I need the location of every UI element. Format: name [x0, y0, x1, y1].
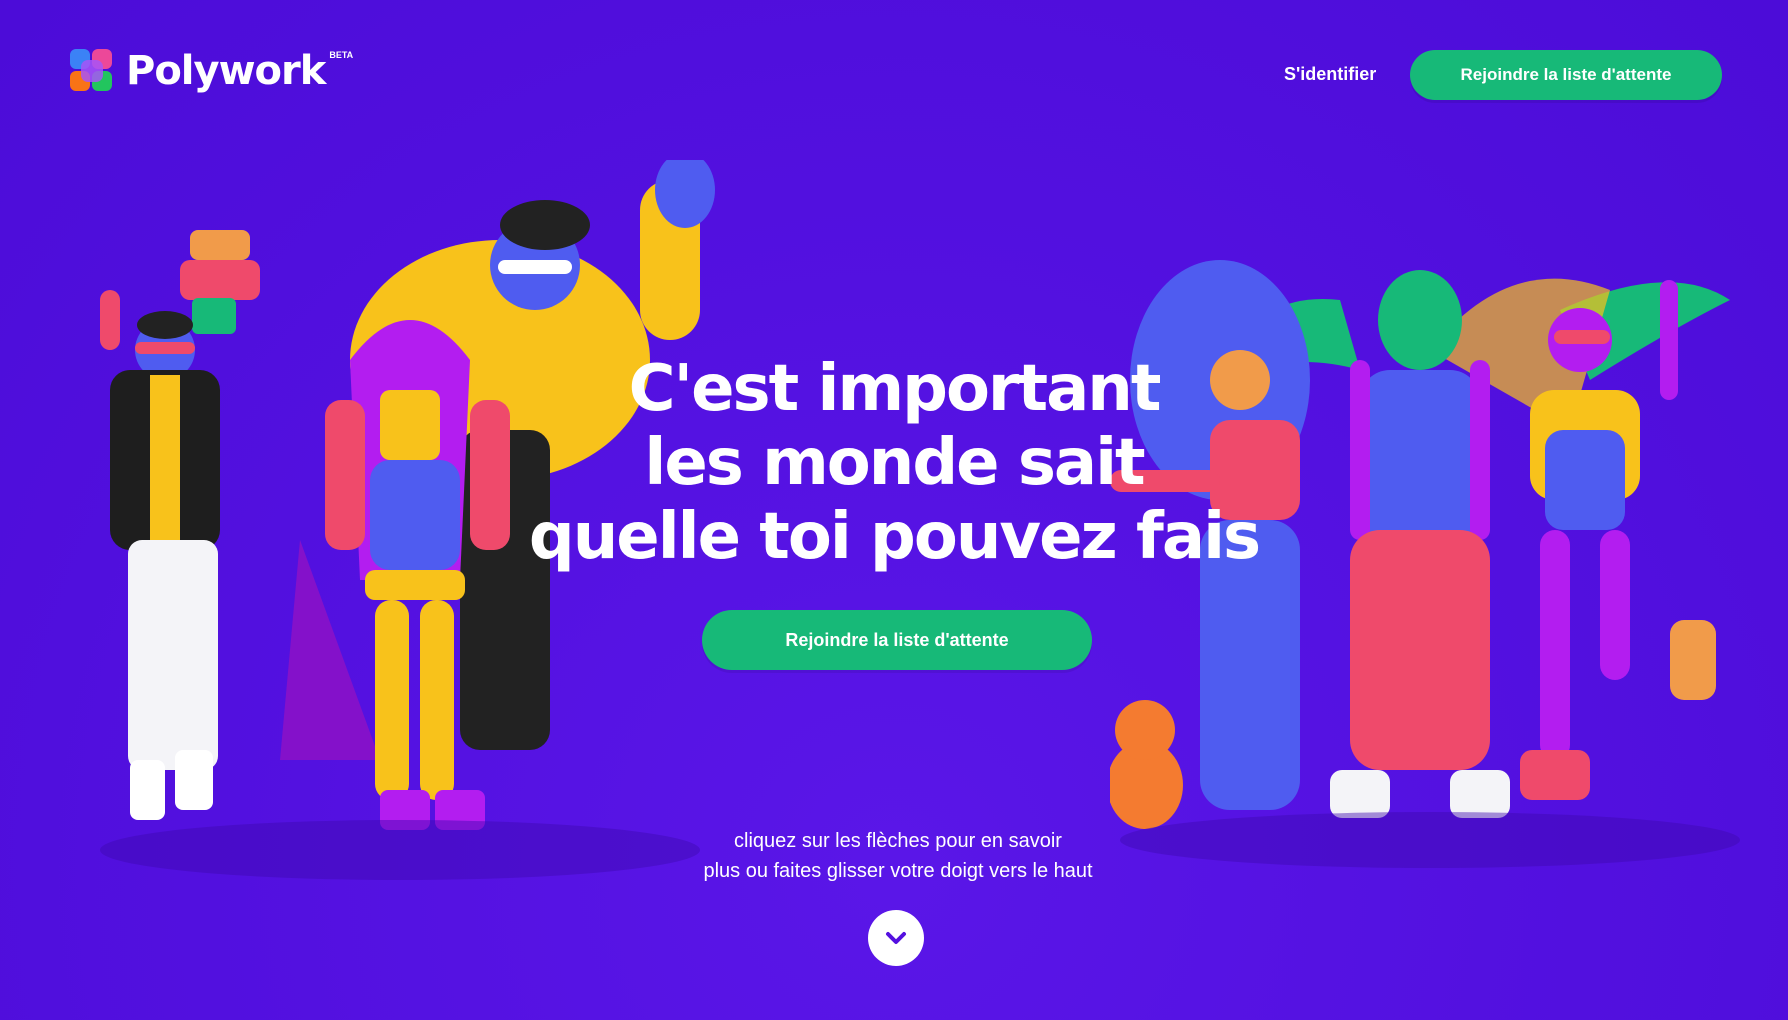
scroll-hint: cliquez sur les flèches pour en savoir p… [620, 826, 1176, 886]
scroll-hint-line-2: plus ou faites glisser votre doigt vers … [703, 860, 1093, 882]
join-waitlist-button-hero[interactable]: Rejoindre la liste d'attente [702, 610, 1092, 670]
signin-link[interactable]: S'identifier [1284, 64, 1376, 85]
join-waitlist-button-header[interactable]: Rejoindre la liste d'attente [1410, 50, 1722, 100]
scroll-down-button[interactable] [868, 910, 924, 966]
landing-page: Polywork BETA S'identifier Rejoindre la … [0, 0, 1788, 1020]
brand-name: Polywork [126, 48, 326, 94]
headline-line-2: les monde sait [644, 426, 1145, 500]
polywork-logo-icon [70, 49, 114, 93]
headline-line-3: quelle toi pouvez fais [528, 500, 1261, 574]
scroll-hint-line-1: cliquez sur les flèches pour en savoir [734, 830, 1062, 852]
chevron-down-icon [886, 932, 906, 944]
hero-headline: C'est important les monde sait quelle to… [520, 352, 1268, 574]
headline-line-1: C'est important [628, 352, 1162, 426]
beta-badge: BETA [329, 50, 354, 60]
brand-logo[interactable]: Polywork BETA [70, 48, 353, 94]
characters-right-illustration [1110, 260, 1740, 868]
